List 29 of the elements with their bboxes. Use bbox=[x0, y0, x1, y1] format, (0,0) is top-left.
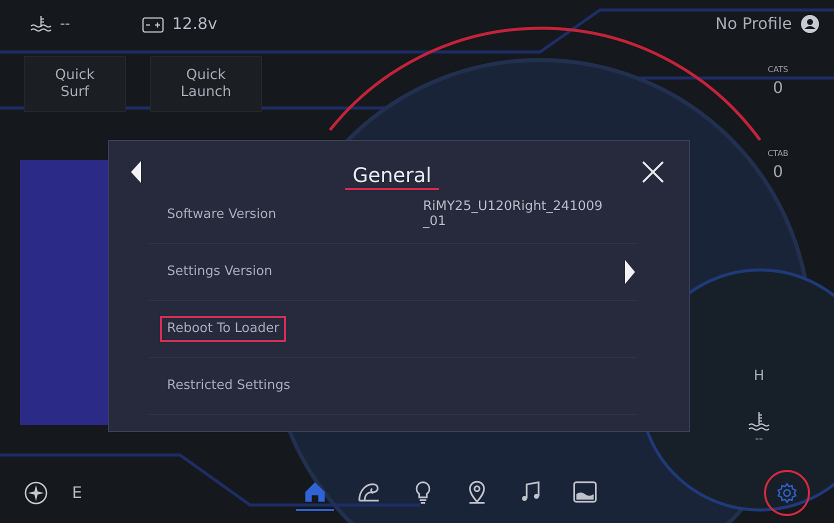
quick-action-button[interactable]: Quick Surf bbox=[24, 56, 126, 112]
display-icon[interactable] bbox=[572, 479, 598, 505]
setting-label[interactable]: Restricted Settings bbox=[162, 375, 296, 397]
quick-action-button[interactable]: Quick Launch bbox=[150, 56, 262, 112]
gauge-value: 0 bbox=[772, 77, 784, 99]
engine-temperature-reading: -- bbox=[755, 430, 763, 446]
gauge-mark: H bbox=[754, 366, 764, 386]
profile-name: No Profile bbox=[715, 13, 792, 35]
gauge-label: CATS bbox=[768, 64, 788, 76]
chevron-right-icon[interactable] bbox=[623, 259, 637, 285]
water-temperature-reading: -- bbox=[60, 14, 70, 34]
dialog-title: General bbox=[344, 163, 440, 190]
settings-icon[interactable] bbox=[776, 482, 798, 504]
back-button[interactable] bbox=[129, 159, 143, 184]
setting-label[interactable]: Software Version bbox=[162, 204, 282, 226]
compass-icon bbox=[24, 481, 48, 505]
engine-temperature-icon bbox=[748, 410, 770, 430]
close-button[interactable] bbox=[640, 159, 665, 184]
gauge-label: CTAB bbox=[768, 148, 788, 160]
setting-label[interactable]: Reboot To Loader bbox=[162, 318, 284, 340]
battery-icon bbox=[142, 15, 164, 33]
profile-icon[interactable] bbox=[800, 14, 820, 34]
heading-letter: E bbox=[72, 482, 82, 504]
setting-label[interactable]: Settings Version bbox=[162, 261, 278, 283]
gauge-value: 0 bbox=[772, 161, 784, 183]
battery-voltage: 12.8v bbox=[172, 13, 218, 35]
setting-value: RiMY25_U120Right_241009_01 bbox=[423, 200, 604, 230]
settings-button[interactable] bbox=[764, 470, 810, 516]
water-temperature-icon bbox=[30, 15, 52, 33]
